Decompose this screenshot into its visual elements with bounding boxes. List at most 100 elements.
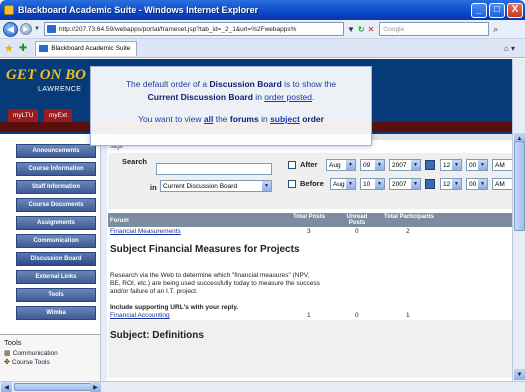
scroll-right-icon[interactable]: ▶ <box>90 382 101 392</box>
after-hour-select[interactable]: 12 ▼ <box>440 159 462 171</box>
callout-text: You want to view <box>138 114 204 124</box>
stop-icon[interactable]: ✕ <box>368 25 375 34</box>
chevron-down-icon: ▼ <box>262 181 271 191</box>
tools-item-communication[interactable]: ▦ Communication <box>4 349 96 358</box>
back-icon[interactable]: ◀ <box>3 21 18 37</box>
callout-underlined: order posted <box>264 92 313 102</box>
callout-bold: order <box>299 114 324 124</box>
sidebar-item-announcements[interactable]: Announcements <box>16 144 96 158</box>
after-day-select[interactable]: 09 ▼ <box>360 159 385 171</box>
scroll-thumb[interactable] <box>514 141 525 231</box>
forum-table-header: Forum Total Posts Unread Posts Total Par… <box>108 213 512 227</box>
tab-myext[interactable]: myExt <box>44 109 73 122</box>
after-ampm-select[interactable]: AM <box>492 159 512 171</box>
search-panel: Search in Current Discussion Board ▼ Aft… <box>108 153 512 209</box>
callout-line-2: Current Discussion Board in order posted… <box>91 92 371 102</box>
after-year-select[interactable]: 2007 ▼ <box>389 159 421 171</box>
tab-bar: ★ ✚ Blackboard Academic Suite ⌂ ▾ <box>0 39 525 58</box>
before-hour-select[interactable]: 12 ▼ <box>440 178 462 190</box>
callout-bold: forums <box>229 114 259 124</box>
url-field[interactable]: http://207.73.64.59/webapps/portal/frame… <box>43 22 344 36</box>
sidebar-item-wimba[interactable]: Wimba <box>16 306 96 320</box>
h-scroll-thumb[interactable] <box>14 383 94 391</box>
sidebar-item-staff-information[interactable]: Staff Information <box>16 180 96 194</box>
sidebar-item-external-links[interactable]: External Links <box>16 270 96 284</box>
sidebar-item-course-information[interactable]: Course Information <box>16 162 96 176</box>
url-text: http://207.73.64.59/webapps/portal/frame… <box>58 25 297 33</box>
sidebar-item-assignments[interactable]: Assignments <box>16 216 96 230</box>
search-in-select[interactable]: Current Discussion Board ▼ <box>160 180 272 192</box>
callout-text: in <box>258 114 271 124</box>
sidebar-item-discussion-board[interactable]: Discussion Board <box>16 252 96 266</box>
calendar-icon[interactable] <box>425 179 435 189</box>
instruction-callout: The default order of a Discussion Board … <box>90 66 372 146</box>
forum-link-financial-measurements[interactable]: Financial Measurements <box>110 228 181 235</box>
horizontal-scrollbar[interactable]: ◀ ▶ <box>0 381 525 392</box>
after-checkbox[interactable] <box>288 161 296 169</box>
row-total-posts: 1 <box>307 312 311 319</box>
home-icon[interactable]: ⌂ ▾ <box>504 44 515 53</box>
page-icon <box>39 45 49 52</box>
before-ampm-value: AM <box>495 180 505 188</box>
col-total-participants: Total Participants <box>384 214 434 220</box>
before-month-value: Aug <box>333 180 345 188</box>
close-button[interactable]: X <box>507 2 523 18</box>
callout-underlined: all <box>203 114 214 124</box>
site-logo: GET ON BO <box>6 67 87 83</box>
address-bar: ◀ ▶ ▼ http://207.73.64.59/webapps/portal… <box>0 20 525 39</box>
search-icon[interactable]: ⌕ <box>493 24 498 35</box>
tools-item-label: Communication <box>12 349 58 357</box>
before-day-select[interactable]: 10 ▼ <box>360 178 385 190</box>
refresh-icon[interactable]: ↻ <box>358 25 365 34</box>
minimize-button[interactable]: _ <box>471 2 487 18</box>
forum-subject-heading: Subject Financial Measures for Projects <box>110 244 300 255</box>
sidebar-scrollbar[interactable] <box>100 134 107 381</box>
forward-icon[interactable]: ▶ <box>20 23 32 35</box>
before-minute-select[interactable]: 00 ▼ <box>466 178 488 190</box>
chevron-down-icon: ▼ <box>478 160 487 170</box>
tab-label: Blackboard Academic Suite <box>51 45 131 52</box>
before-year-value: 2007 <box>392 180 407 188</box>
chevron-down-icon: ▼ <box>346 160 355 170</box>
callout-bold: Discussion Board <box>209 79 282 89</box>
tab-blackboard[interactable]: Blackboard Academic Suite <box>35 40 138 56</box>
callout-text: in <box>252 92 265 102</box>
col-forum: Forum <box>110 218 129 224</box>
sidebar-item-course-documents[interactable]: Course Documents <box>16 198 96 212</box>
after-ampm-value: AM <box>495 161 505 169</box>
add-favorite-icon[interactable]: ✚ <box>19 43 27 54</box>
before-ampm-select[interactable]: AM <box>492 178 512 190</box>
tools-panel: Tools ▦ Communication ✤ Course Tools <box>0 334 100 381</box>
search-field[interactable] <box>156 163 272 175</box>
sidebar-item-communication[interactable]: Communication <box>16 234 96 248</box>
after-month-select[interactable]: Aug ▼ <box>326 159 356 171</box>
maximize-button[interactable]: □ <box>489 2 505 18</box>
page-scrollbar[interactable]: ▲ ▼ <box>512 59 525 381</box>
callout-bold: Current Discussion Board <box>147 92 253 102</box>
scroll-down-icon[interactable]: ▼ <box>514 369 525 380</box>
after-minute-value: 00 <box>469 161 477 169</box>
scroll-left-icon[interactable]: ◀ <box>1 382 12 392</box>
window-title: Blackboard Academic Suite - Windows Inte… <box>18 5 259 15</box>
history-dropdown-icon[interactable]: ▼ <box>34 26 40 32</box>
before-checkbox[interactable] <box>288 180 296 188</box>
before-year-select[interactable]: 2007 ▼ <box>389 178 421 190</box>
discussion-board-main: sage Search in Current Discussion Board … <box>108 134 512 381</box>
calendar-icon[interactable] <box>425 160 435 170</box>
forum-link-financial-accounting[interactable]: Financial Accounting <box>110 312 170 319</box>
url-dropdown-icon[interactable]: ▼ <box>347 25 355 34</box>
col-unread-posts: Unread Posts <box>346 214 368 226</box>
chevron-down-icon: ▼ <box>346 179 355 189</box>
sidebar-item-tools[interactable]: Tools <box>16 288 96 302</box>
tools-item-course-tools[interactable]: ✤ Course Tools <box>4 358 96 367</box>
col-total-posts: Total Posts <box>293 214 325 220</box>
favorites-star-icon[interactable]: ★ <box>4 42 14 55</box>
tab-myltu[interactable]: myLTU <box>8 109 39 122</box>
search-label: Search <box>122 157 148 166</box>
window-titlebar: Blackboard Academic Suite - Windows Inte… <box>0 0 525 20</box>
site-logo-sub: LAWRENCE <box>38 86 82 93</box>
search-input[interactable]: Google <box>379 22 490 36</box>
callout-text: is to show the <box>281 79 337 89</box>
before-month-select[interactable]: Aug ▼ <box>330 178 356 190</box>
after-minute-select[interactable]: 00 ▼ <box>466 159 488 171</box>
